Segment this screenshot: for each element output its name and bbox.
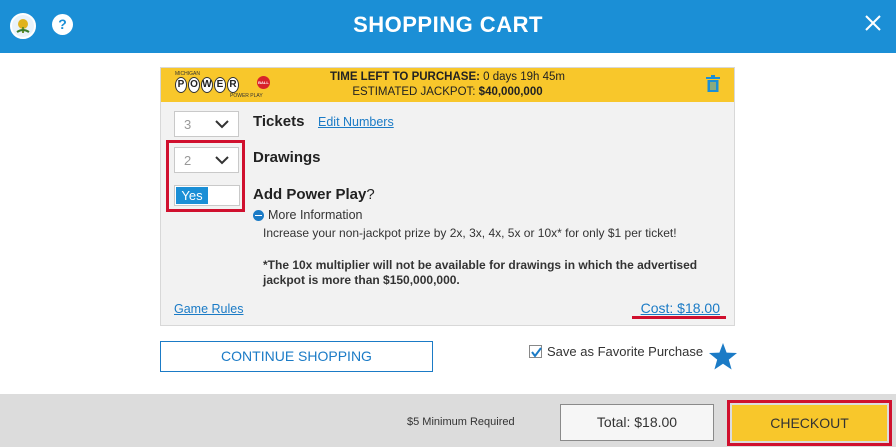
game-banner: MICHIGAN P O W E R BALL POWER PLAY TIME … <box>161 68 734 102</box>
checkmark-icon <box>531 347 542 358</box>
checkbox[interactable] <box>529 345 542 358</box>
collapse-icon <box>253 209 264 221</box>
drawings-select[interactable]: 2 <box>174 147 239 173</box>
save-favorite-label: Save as Favorite Purchase <box>547 344 704 359</box>
total-display: Total: $18.00 <box>560 404 714 441</box>
more-information-label: More Information <box>268 208 363 222</box>
more-information-toggle[interactable]: More Information <box>253 208 362 222</box>
star-icon[interactable] <box>708 342 738 370</box>
jackpot-label: ESTIMATED JACKPOT: <box>352 86 479 98</box>
checkout-button[interactable]: CHECKOUT <box>732 405 887 441</box>
edit-numbers-link[interactable]: Edit Numbers <box>318 115 394 129</box>
jackpot-value: $40,000,000 <box>478 86 543 98</box>
tickets-label: Tickets <box>253 113 305 130</box>
drawings-select-value: 2 <box>184 153 192 168</box>
minimum-required: $5 Minimum Required <box>407 416 515 428</box>
page-title: SHOPPING CART <box>353 12 543 37</box>
trash-icon[interactable] <box>706 75 720 92</box>
continue-shopping-button[interactable]: CONTINUE SHOPPING <box>160 341 433 372</box>
power-play-note: *The 10x multiplier will not be availabl… <box>263 258 698 287</box>
time-left-value: 0 days 19h 45m <box>479 71 565 83</box>
time-left-label: TIME LEFT TO PURCHASE: <box>330 71 480 83</box>
chevron-down-icon <box>215 156 229 165</box>
power-play-label: Add Power Play? <box>253 186 375 203</box>
drawings-label: Drawings <box>253 149 321 166</box>
item-cost: Cost: $18.00 <box>640 300 720 316</box>
chevron-down-icon <box>215 120 229 129</box>
power-play-label-text: Add Power Play <box>253 186 367 203</box>
power-play-description: Increase your non-jackpot prize by 2x, 3… <box>263 226 677 240</box>
power-play-toggle[interactable]: Yes <box>174 185 240 206</box>
toggle-yes: Yes <box>176 187 208 204</box>
game-rules-link[interactable]: Game Rules <box>174 302 243 316</box>
save-favorite-checkbox[interactable]: Save as Favorite Purchase <box>529 344 703 359</box>
estimated-jackpot: ESTIMATED JACKPOT: $40,000,000 <box>161 86 734 98</box>
close-icon[interactable] <box>862 12 884 34</box>
checkout-highlight: CHECKOUT <box>727 400 892 446</box>
cost-highlight <box>632 316 726 319</box>
power-play-label-suffix: ? <box>366 186 375 203</box>
time-left: TIME LEFT TO PURCHASE: 0 days 19h 45m <box>161 71 734 83</box>
header-bar: ? SHOPPING CART <box>0 0 896 53</box>
tickets-select[interactable]: 3 <box>174 111 239 137</box>
tickets-select-value: 3 <box>184 117 192 132</box>
